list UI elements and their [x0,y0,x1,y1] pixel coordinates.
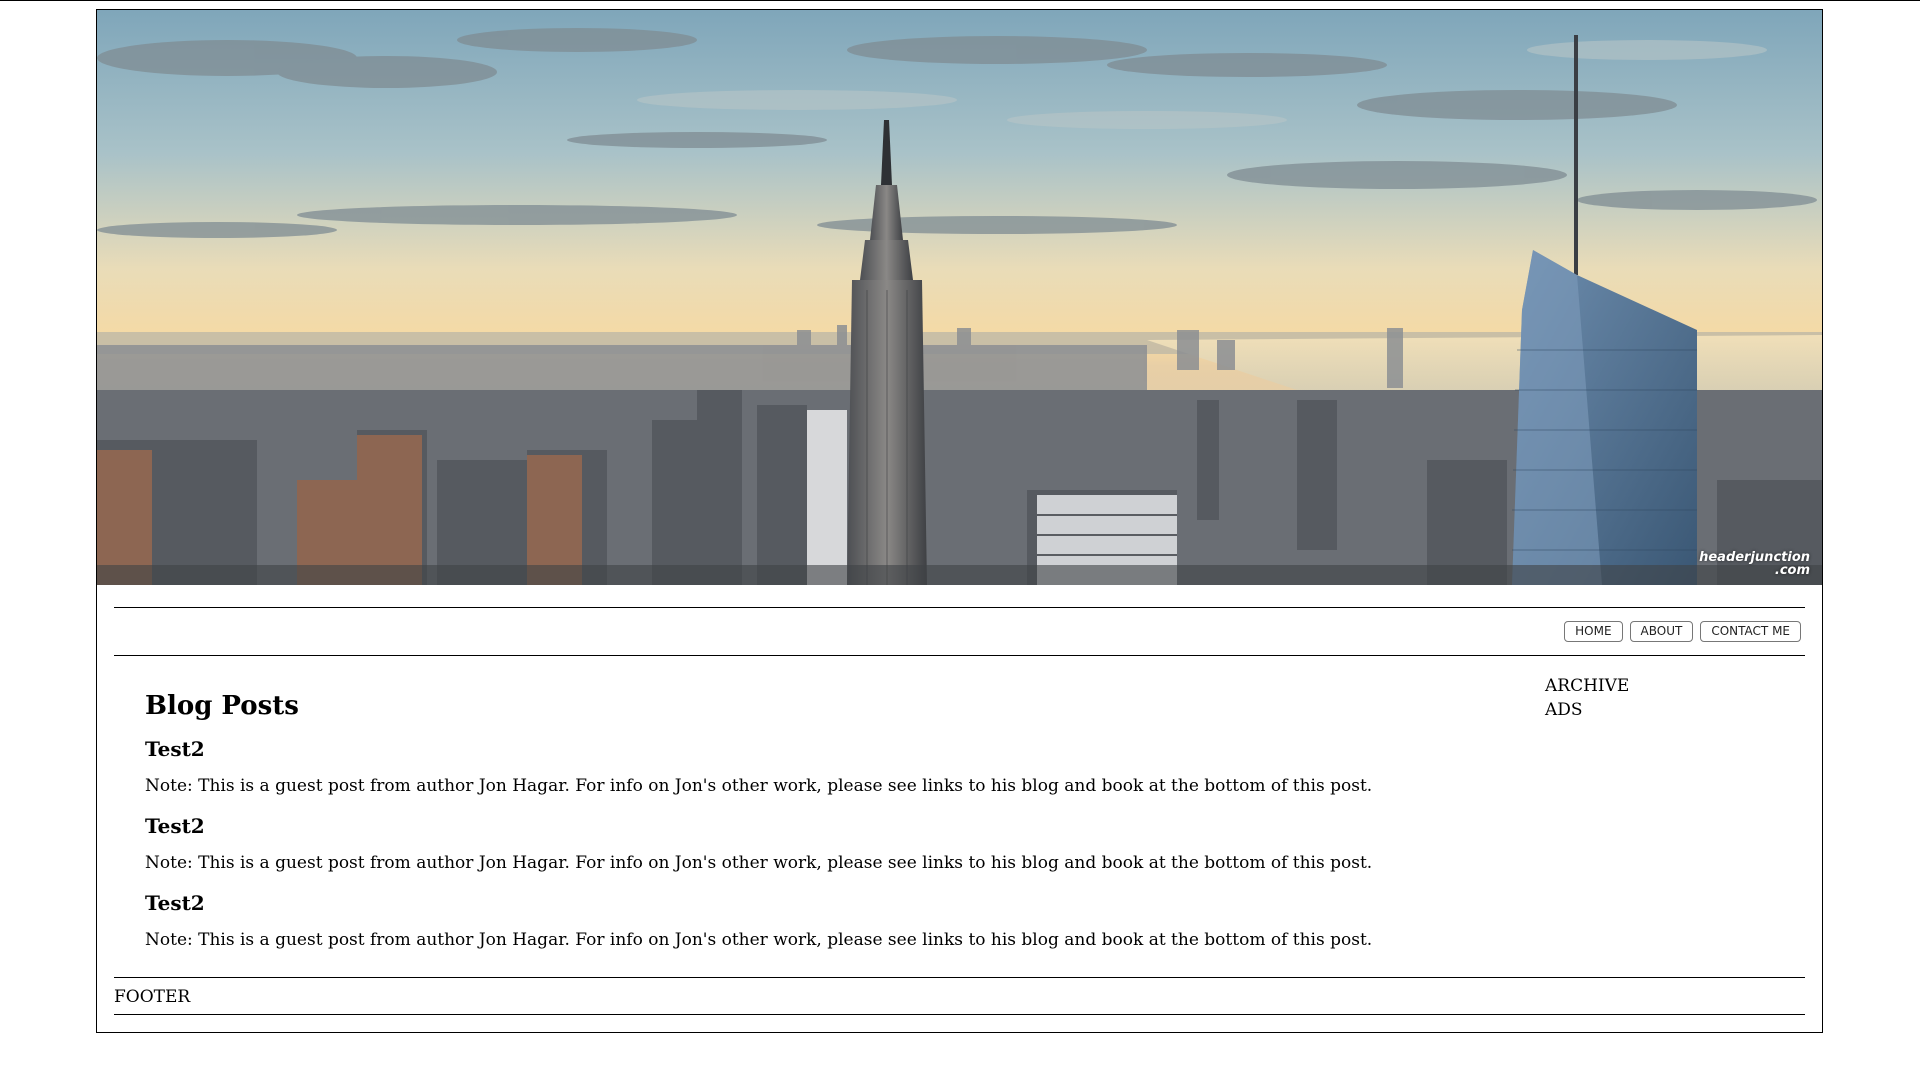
sidebar-ads-link[interactable]: ADS [1545,698,1629,722]
page-title: Blog Posts [145,691,299,721]
footer-text: FOOTER [114,987,191,1007]
sidebar-archive-link[interactable]: ARCHIVE [1545,674,1629,698]
nav-bar: HOME ABOUT CONTACT ME [1564,621,1801,642]
post-excerpt: Note: This is a guest post from author J… [145,853,1373,873]
nav-top-rule [114,607,1805,608]
banner-watermark: headerjunction .com [1699,551,1810,577]
page-container: headerjunction .com HOME ABOUT CONTACT M… [96,9,1823,1033]
nav-contact-button[interactable]: CONTACT ME [1700,621,1801,642]
post-item: Test2 Note: This is a guest post from au… [145,736,1545,797]
post-item: Test2 Note: This is a guest post from au… [145,890,1545,951]
post-excerpt: Note: This is a guest post from author J… [145,776,1373,796]
nav-home-button[interactable]: HOME [1564,621,1623,642]
main-content: Blog Posts Test2 Note: This is a guest p… [145,690,1545,951]
header-banner-image: headerjunction .com [97,10,1822,585]
sidebar: ARCHIVE ADS [1545,674,1629,722]
city-skyline-illustration [97,10,1822,585]
post-title[interactable]: Test2 [145,736,1545,762]
nav-about-button[interactable]: ABOUT [1629,621,1694,642]
top-border-line [0,0,1920,1]
post-item: Test2 Note: This is a guest post from au… [145,813,1545,874]
footer-bottom-rule [114,1014,1805,1015]
watermark-line-2: .com [1774,563,1810,578]
footer-top-rule [114,977,1805,978]
nav-bottom-rule [114,655,1805,656]
post-excerpt: Note: This is a guest post from author J… [145,930,1373,950]
post-title[interactable]: Test2 [145,890,1545,916]
post-title[interactable]: Test2 [145,813,1545,839]
